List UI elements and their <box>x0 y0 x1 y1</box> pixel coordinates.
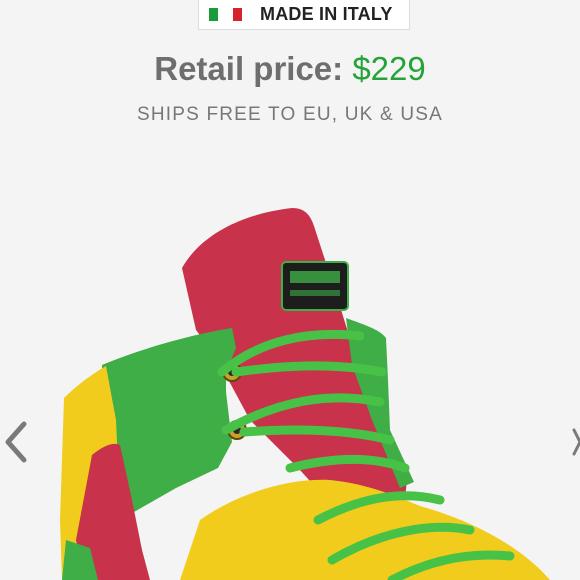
chevron-right-icon <box>572 428 580 456</box>
retail-price: Retail price: $229 <box>0 50 580 88</box>
tongue-label-icon <box>281 261 349 311</box>
carousel-prev-button[interactable] <box>2 420 32 464</box>
made-in-italy-badge: MADE IN ITALY <box>198 0 410 30</box>
flag-stripe-white <box>221 8 230 21</box>
carousel-next-button[interactable] <box>572 420 580 464</box>
chevron-left-icon <box>5 421 27 463</box>
made-in-italy-label: MADE IN ITALY <box>260 4 393 24</box>
flag-stripe-green <box>209 8 218 21</box>
shipping-info: SHIPS FREE TO EU, UK & USA <box>136 104 444 125</box>
shoe-vamp-yellow <box>180 479 550 580</box>
retail-price-label: Retail price: <box>154 50 344 87</box>
product-image[interactable] <box>0 150 580 580</box>
flag-stripe-red <box>233 8 242 21</box>
retail-price-value: $229 <box>352 50 426 87</box>
product-page: MADE IN ITALY Retail price: $229 SHIPS F… <box>0 0 580 580</box>
italy-flag-icon <box>209 8 242 22</box>
